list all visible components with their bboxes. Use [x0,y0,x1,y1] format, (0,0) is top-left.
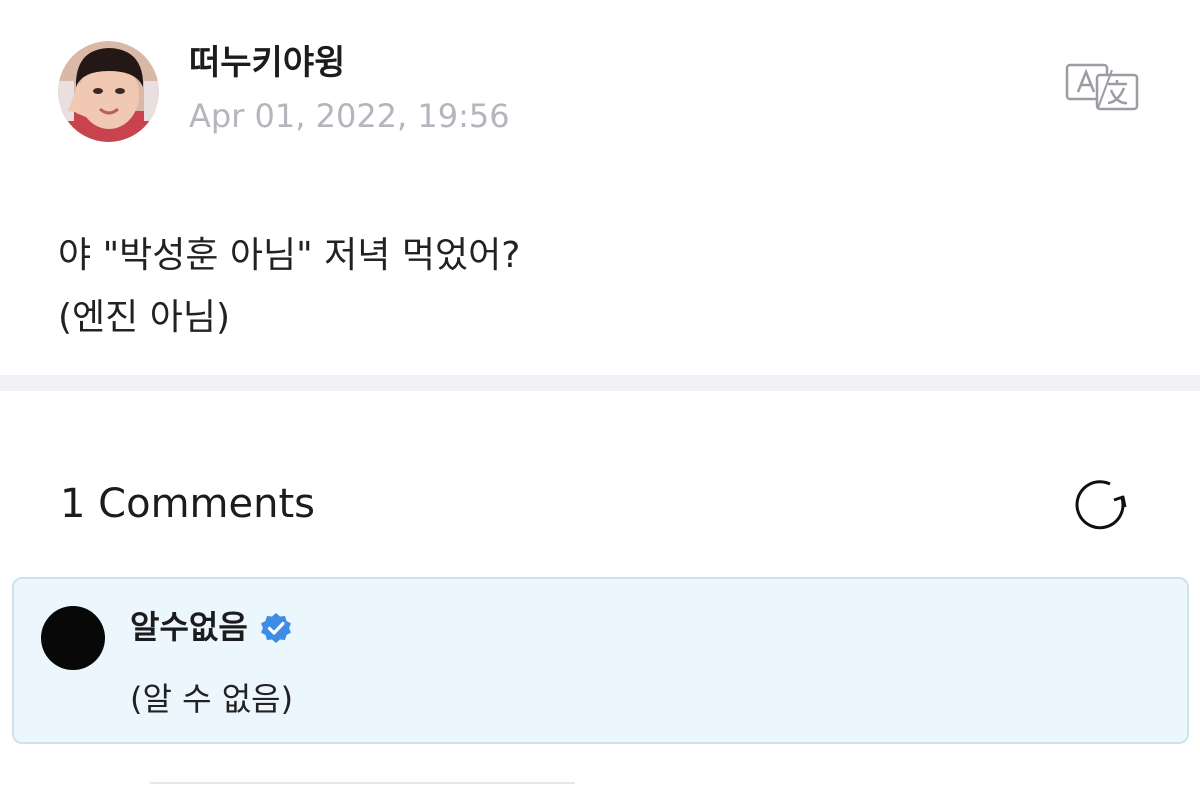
verified-badge-glyph [260,613,291,643]
verified-badge-icon [260,611,292,643]
post-date: Apr 01, 2022, 19:56 [189,97,510,135]
author-name[interactable]: 떠누키야윙 [189,40,345,86]
post: 떠누키야윙 Apr 01, 2022, 19:56 야 "박성훈 아님" 저녁 … [0,0,1200,375]
comment-card: 알수없음 (알 수 없음) [12,577,1189,744]
bottom-separator [150,782,575,784]
comment-author-name: 알수없음 [130,608,248,646]
post-body: 야 "박성훈 아님" 저녁 먹었어? (엔진 아님) [58,225,520,349]
refresh-icon-glyph [1075,480,1127,530]
comment-author[interactable]: 알수없음 [130,605,292,649]
refresh-icon[interactable] [1072,476,1130,534]
post-body-line: 야 "박성훈 아님" 저녁 먹었어? [58,235,521,276]
avatar-photo [58,41,159,142]
comment-author-avatar[interactable] [41,606,105,670]
author-avatar[interactable] [58,41,159,142]
comment-text: (알 수 없음) [130,680,294,718]
section-divider [0,375,1200,391]
translate-icon-glyph [1065,63,1139,111]
comments-count-title: 1 Comments [60,481,315,527]
post-body-line: (엔진 아님) [58,297,231,338]
translate-icon[interactable] [1064,62,1140,112]
